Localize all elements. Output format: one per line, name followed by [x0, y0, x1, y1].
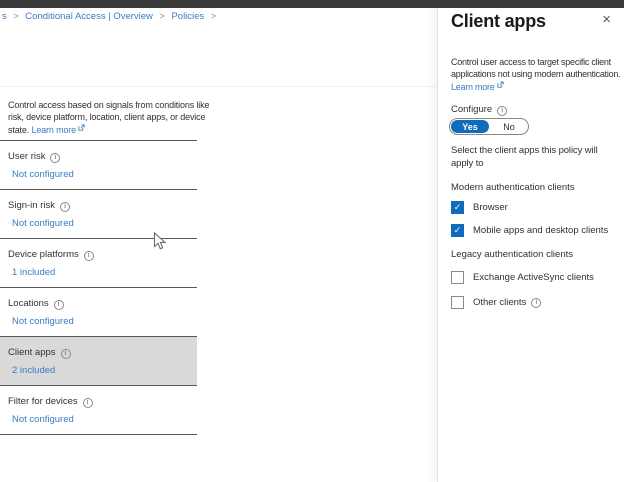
info-icon: i — [54, 300, 64, 310]
group-label-modern-auth: Modern authentication clients — [451, 182, 575, 193]
window-top-bar — [0, 0, 624, 8]
condition-label: Filter for devices — [8, 396, 78, 407]
toggle-option-yes[interactable]: Yes — [451, 120, 489, 133]
info-icon: i — [497, 106, 507, 116]
info-icon: i — [61, 349, 71, 359]
configure-toggle[interactable]: Yes No — [449, 118, 529, 135]
panel-title: Client apps — [451, 11, 546, 32]
condition-value-link[interactable]: Not configured — [12, 414, 197, 425]
breadcrumb-item-conditional-access[interactable]: Conditional Access | Overview — [25, 11, 153, 22]
condition-row-filter-for-devices[interactable]: Filter for devices i Not configured — [0, 385, 197, 434]
close-icon[interactable]: × — [598, 9, 615, 30]
condition-value-link[interactable]: Not configured — [12, 169, 197, 180]
condition-label: User risk — [8, 151, 45, 162]
checkbox-label: Exchange ActiveSync clients — [473, 272, 594, 283]
info-icon: i — [531, 298, 541, 308]
external-link-icon — [78, 123, 85, 135]
condition-value-link[interactable]: Not configured — [12, 218, 197, 229]
condition-row-device-platforms[interactable]: Device platforms i 1 included — [0, 238, 197, 287]
checkbox-checked-icon[interactable]: ✓ — [451, 201, 464, 214]
checkbox-label: Mobile apps and desktop clients — [473, 225, 608, 236]
breadcrumb-separator: > — [211, 11, 216, 21]
conditions-intro-text: Control access based on signals from con… — [8, 100, 210, 137]
condition-value-link[interactable]: Not configured — [12, 316, 197, 327]
checkbox-unchecked-icon[interactable]: ✓ — [451, 296, 464, 309]
condition-row-user-risk[interactable]: User risk i Not configured — [0, 140, 197, 189]
condition-value-link[interactable]: 2 included — [12, 365, 197, 376]
external-link-icon — [497, 80, 504, 92]
learn-more-link[interactable]: Learn more — [31, 125, 76, 135]
checkbox-row-other-clients[interactable]: ✓ Other clients i — [451, 296, 541, 309]
configure-label: Configure — [451, 104, 492, 115]
checkbox-row-exchange-activesync[interactable]: ✓ Exchange ActiveSync clients — [451, 271, 594, 284]
panel-description-text: Control user access to target specific c… — [451, 57, 620, 79]
checkmark-icon: ✓ — [454, 203, 462, 212]
checkbox-checked-icon[interactable]: ✓ — [451, 224, 464, 237]
breadcrumb: s > Conditional Access | Overview > Poli… — [2, 11, 220, 22]
condition-label: Locations — [8, 298, 49, 309]
condition-value-link[interactable]: 1 included — [12, 267, 197, 278]
checkmark-icon: ✓ — [454, 226, 462, 235]
checkbox-row-mobile-apps[interactable]: ✓ Mobile apps and desktop clients — [451, 224, 608, 237]
condition-row-client-apps[interactable]: Client apps i 2 included — [0, 336, 197, 385]
checkbox-label: Browser — [473, 202, 508, 213]
breadcrumb-item-policies[interactable]: Policies — [171, 11, 204, 22]
checkbox-row-browser[interactable]: ✓ Browser — [451, 201, 508, 214]
breadcrumb-separator: > — [160, 11, 165, 21]
select-apps-instruction: Select the client apps this policy will … — [451, 145, 606, 170]
condition-label: Client apps — [8, 347, 56, 358]
info-icon: i — [50, 153, 60, 163]
conditions-list: User risk i Not configured Sign-in risk i … — [0, 140, 197, 435]
client-apps-panel: Client apps × Control user access to tar… — [437, 8, 624, 482]
info-icon: i — [83, 398, 93, 408]
checkbox-label: Other clients — [473, 297, 526, 308]
condition-row-locations[interactable]: Locations i Not configured — [0, 287, 197, 336]
configure-label-row: Configure i — [451, 104, 507, 116]
section-divider — [0, 86, 437, 87]
group-label-legacy-auth: Legacy authentication clients — [451, 249, 573, 260]
azure-portal-screen: s > Conditional Access | Overview > Poli… — [0, 0, 624, 482]
condition-row-sign-in-risk[interactable]: Sign-in risk i Not configured — [0, 189, 197, 238]
info-icon: i — [60, 202, 70, 212]
toggle-option-no[interactable]: No — [490, 119, 528, 134]
condition-label: Device platforms — [8, 249, 79, 260]
breadcrumb-separator: > — [13, 11, 18, 21]
info-icon: i — [84, 251, 94, 261]
breadcrumb-item-home[interactable]: s — [2, 11, 7, 22]
condition-label: Sign-in risk — [8, 200, 55, 211]
learn-more-link[interactable]: Learn more — [451, 82, 495, 92]
checkbox-unchecked-icon[interactable]: ✓ — [451, 271, 464, 284]
panel-description: Control user access to target specific c… — [451, 57, 623, 94]
